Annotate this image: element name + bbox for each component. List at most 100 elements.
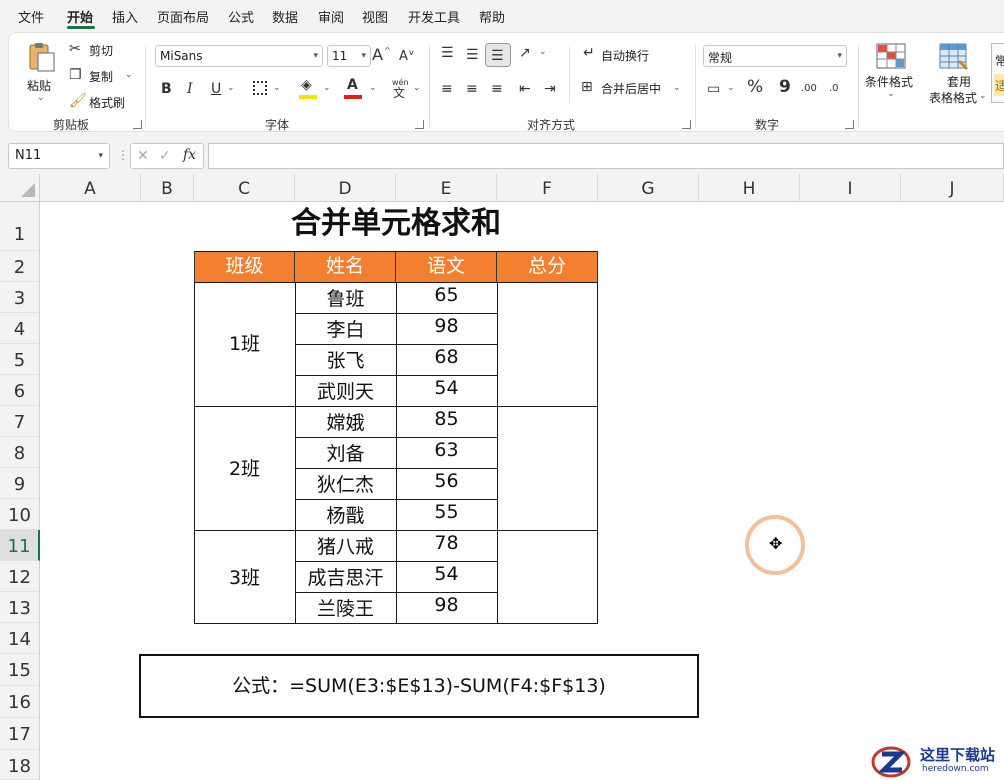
cut-button[interactable]: 剪切: [89, 42, 113, 59]
shrink-font-button[interactable]: A: [399, 49, 408, 65]
format-painter-button[interactable]: 格式刷: [89, 94, 125, 111]
row-header-14[interactable]: 14: [0, 623, 40, 654]
name-cell[interactable]: 兰陵王: [295, 594, 396, 621]
align-left-icon[interactable]: ≡: [441, 81, 453, 97]
wrap-text-button[interactable]: 自动换行: [601, 47, 649, 64]
chevron-down-icon[interactable]: ⌄: [125, 70, 133, 80]
phonetic-guide-button[interactable]: 文: [393, 85, 405, 101]
underline-button[interactable]: U: [211, 81, 221, 97]
score-cell[interactable]: 54: [396, 377, 497, 399]
menu-review[interactable]: 审阅: [318, 7, 344, 26]
score-cell[interactable]: 78: [396, 532, 497, 554]
row-header-18[interactable]: 18: [0, 750, 40, 780]
number-format-select[interactable]: 常规 ▾: [703, 45, 847, 67]
name-cell[interactable]: 狄仁杰: [295, 470, 396, 497]
menu-data[interactable]: 数据: [272, 7, 298, 26]
chevron-down-icon[interactable]: ⌄: [727, 83, 735, 93]
menu-view[interactable]: 视图: [362, 7, 388, 26]
fill-color-icon[interactable]: ◈: [301, 77, 312, 93]
class-cell-2[interactable]: 2班: [194, 454, 295, 481]
column-header-j[interactable]: J: [901, 174, 1004, 202]
row-header-16[interactable]: 16: [0, 686, 40, 718]
name-box[interactable]: N11 ▾: [8, 143, 110, 169]
score-cell[interactable]: 98: [396, 594, 497, 616]
chevron-down-icon[interactable]: ⌄: [539, 47, 547, 57]
header-cell-chinese[interactable]: 语文: [396, 251, 497, 282]
score-cell[interactable]: 98: [396, 315, 497, 337]
copy-button[interactable]: 复制: [89, 68, 113, 85]
align-top-icon[interactable]: ☰: [441, 45, 454, 61]
alignment-launcher-icon[interactable]: [682, 120, 691, 129]
bold-button[interactable]: B: [161, 81, 172, 97]
name-cell[interactable]: 张飞: [295, 346, 396, 373]
name-cell[interactable]: 刘备: [295, 439, 396, 466]
header-cell-name[interactable]: 姓名: [295, 251, 396, 282]
row-header-10[interactable]: 10: [0, 499, 40, 530]
align-center-icon[interactable]: ≡: [466, 81, 478, 97]
column-header-f[interactable]: F: [497, 174, 598, 202]
name-cell[interactable]: 成吉思汗: [295, 563, 396, 590]
menu-developer[interactable]: 开发工具: [408, 7, 460, 26]
row-header-2[interactable]: 2: [0, 251, 40, 282]
column-header-g[interactable]: G: [598, 174, 699, 202]
header-cell-class[interactable]: 班级: [194, 251, 295, 282]
header-cell-total[interactable]: 总分: [497, 251, 598, 282]
column-header-c[interactable]: C: [194, 174, 295, 202]
name-cell[interactable]: 武则天: [295, 377, 396, 404]
menu-insert[interactable]: 插入: [112, 7, 138, 26]
name-cell[interactable]: 鲁班: [295, 284, 396, 311]
name-cell[interactable]: 猪八戒: [295, 532, 396, 559]
score-cell[interactable]: 54: [396, 563, 497, 585]
row-header-12[interactable]: 12: [0, 561, 40, 592]
formula-input[interactable]: [208, 143, 1004, 169]
row-header-3[interactable]: 3: [0, 282, 40, 313]
decrease-indent-icon[interactable]: ⇤: [519, 81, 531, 97]
font-size-select[interactable]: 11 ▾: [327, 45, 371, 67]
column-header-i[interactable]: I: [800, 174, 901, 202]
grow-font-button[interactable]: A: [372, 47, 383, 63]
align-right-icon[interactable]: ≡: [491, 81, 503, 97]
name-cell[interactable]: 嫦娥: [295, 408, 396, 435]
border-icon[interactable]: [253, 81, 267, 95]
score-cell[interactable]: 56: [396, 470, 497, 492]
align-middle-icon[interactable]: ☰: [466, 47, 479, 63]
column-header-d[interactable]: D: [295, 174, 396, 202]
score-cell[interactable]: 63: [396, 439, 497, 461]
align-bottom-button[interactable]: ☰: [485, 43, 511, 67]
format-as-table-button[interactable]: 套用 表格格式 ⌄: [921, 41, 987, 109]
chevron-down-icon[interactable]: ⌄: [673, 83, 681, 93]
menu-help[interactable]: 帮助: [479, 7, 505, 26]
score-cell[interactable]: 65: [396, 284, 497, 306]
row-header-8[interactable]: 8: [0, 437, 40, 468]
chevron-down-icon[interactable]: ⌄: [227, 83, 235, 93]
clipboard-launcher-icon[interactable]: [133, 120, 142, 129]
row-header-15[interactable]: 15: [0, 654, 40, 686]
more-options-icon[interactable]: ⋮: [117, 147, 129, 163]
name-cell[interactable]: 李白: [295, 315, 396, 342]
text-direction-icon[interactable]: ↗: [519, 45, 531, 61]
chevron-down-icon[interactable]: ⌄: [323, 83, 331, 93]
row-header-13[interactable]: 13: [0, 592, 40, 623]
insert-function-button[interactable]: fx: [183, 147, 196, 163]
merge-center-button[interactable]: 合并后居中: [601, 80, 661, 97]
row-header-1[interactable]: 1: [0, 202, 40, 251]
increase-indent-icon[interactable]: ⇥: [544, 81, 556, 97]
chevron-down-icon[interactable]: ⌄: [369, 83, 377, 93]
increase-decimal-button[interactable]: .00: [801, 81, 817, 97]
menu-formulas[interactable]: 公式: [228, 7, 254, 26]
font-launcher-icon[interactable]: [415, 120, 424, 129]
menu-file[interactable]: 文件: [18, 7, 44, 26]
row-header-6[interactable]: 6: [0, 375, 40, 406]
row-header-7[interactable]: 7: [0, 406, 40, 437]
menu-home[interactable]: 开始: [67, 7, 93, 26]
row-header-4[interactable]: 4: [0, 313, 40, 344]
menu-page-layout[interactable]: 页面布局: [157, 7, 209, 26]
currency-icon[interactable]: ▭: [707, 81, 720, 97]
column-header-h[interactable]: H: [699, 174, 800, 202]
column-header-e[interactable]: E: [396, 174, 497, 202]
number-launcher-icon[interactable]: [845, 120, 854, 129]
score-cell[interactable]: 55: [396, 501, 497, 523]
conditional-format-button[interactable]: 条件格式 ⌄: [865, 41, 921, 109]
font-color-icon[interactable]: A: [347, 77, 358, 93]
row-header-17[interactable]: 17: [0, 718, 40, 750]
